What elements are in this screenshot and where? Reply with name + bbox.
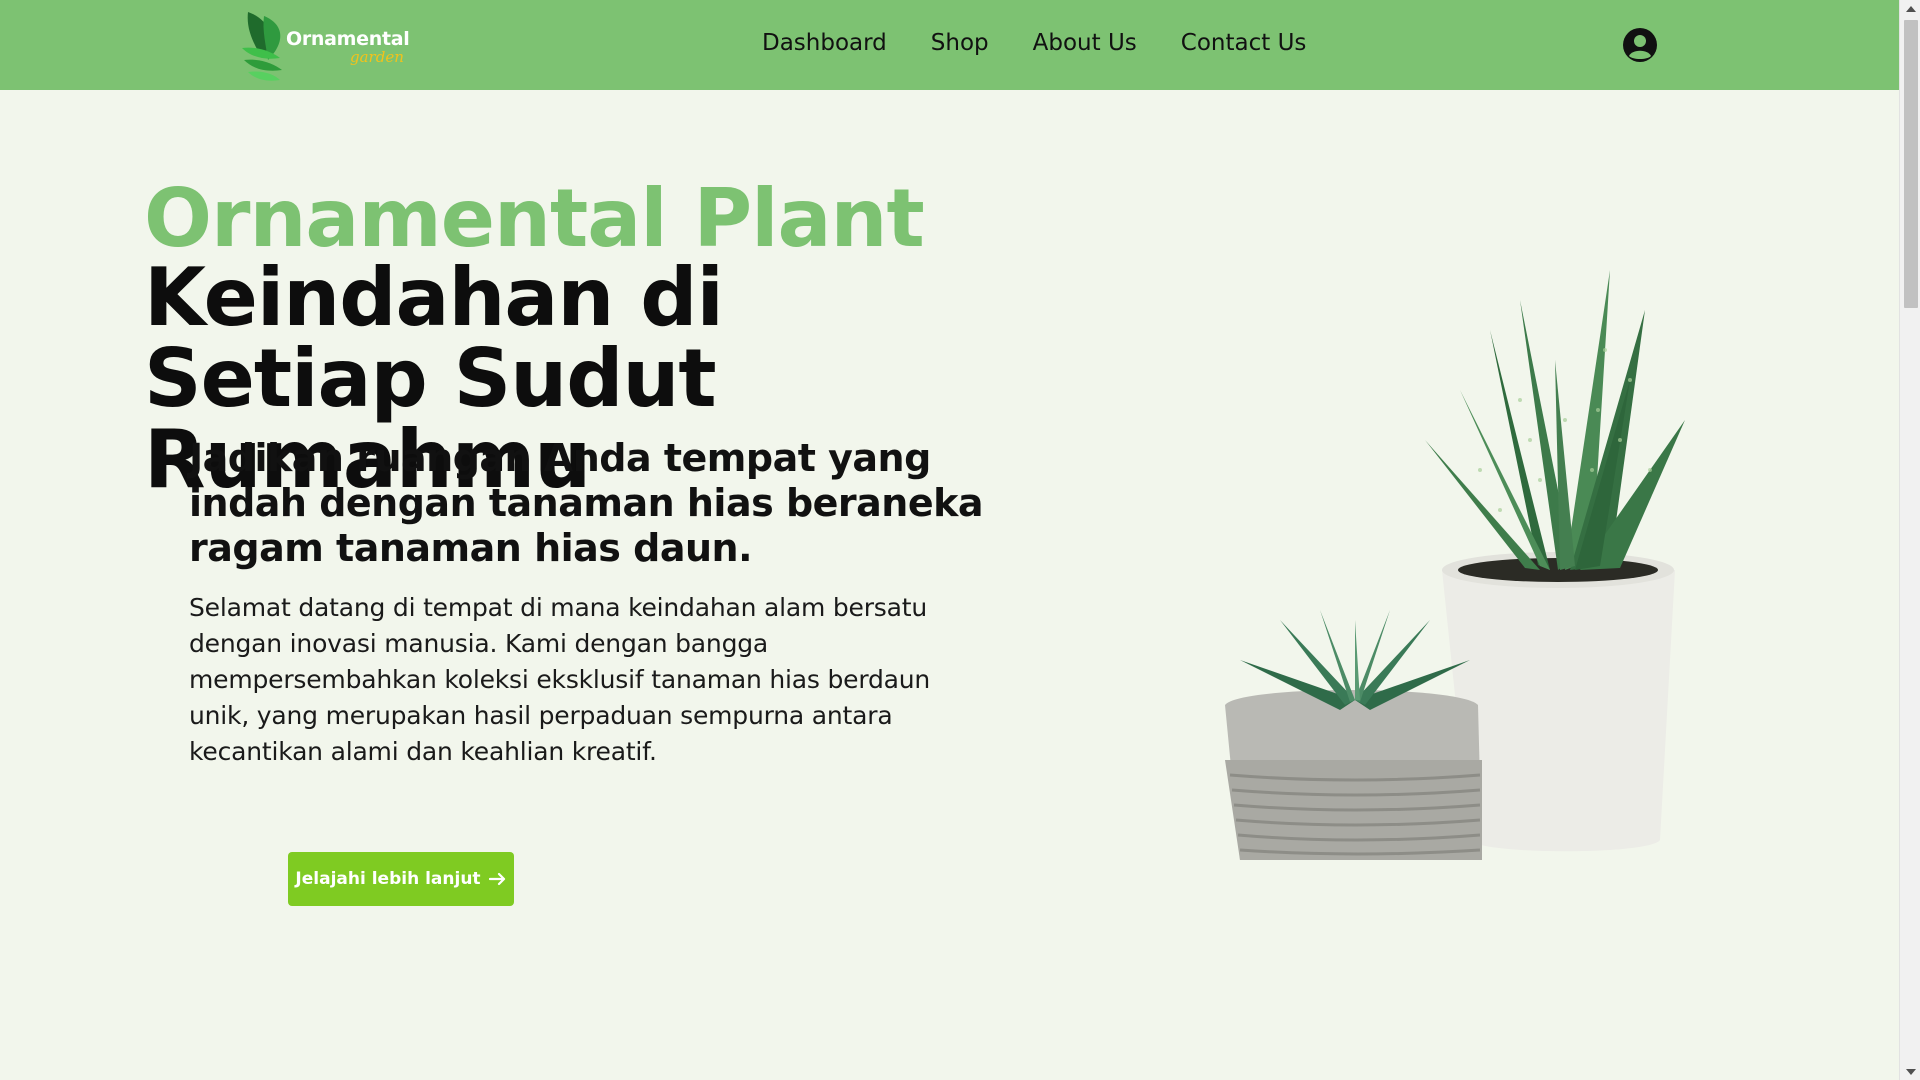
hero-description: Selamat datang di tempat di mana keindah… — [189, 593, 931, 766]
scroll-down-arrow-icon[interactable] — [1900, 1063, 1920, 1080]
user-circle-icon[interactable] — [1623, 28, 1657, 62]
potted-plants-illustration — [1220, 240, 1700, 865]
vertical-scrollbar[interactable] — [1899, 0, 1920, 1080]
nav-dashboard-link[interactable]: Dashboard — [762, 30, 887, 56]
nav-menu: Dashboard Shop About Us Contact Us — [762, 30, 1306, 56]
scroll-up-arrow-icon[interactable] — [1900, 0, 1920, 17]
brand-title: Ornamental — [286, 28, 410, 50]
arrow-right-icon — [488, 872, 505, 886]
navbar: Ornamental garden Dashboard Shop About U… — [0, 0, 1899, 90]
explore-more-button[interactable]: Jelajahi lebih lanjut — [288, 852, 514, 906]
brand-logo[interactable]: Ornamental garden — [240, 8, 410, 84]
hero-subtitle: Jadikan ruangan Anda tempat yang indah d… — [189, 436, 984, 570]
scroll-thumb[interactable] — [1904, 20, 1918, 308]
explore-more-label: Jelajahi lebih lanjut — [295, 869, 481, 889]
nav-shop-link[interactable]: Shop — [931, 30, 989, 56]
hero-title-highlight: Ornamental Plant — [144, 172, 925, 265]
nav-contact-link[interactable]: Contact Us — [1181, 30, 1307, 56]
nav-about-link[interactable]: About Us — [1033, 30, 1137, 56]
brand-subtitle: garden — [350, 48, 404, 66]
